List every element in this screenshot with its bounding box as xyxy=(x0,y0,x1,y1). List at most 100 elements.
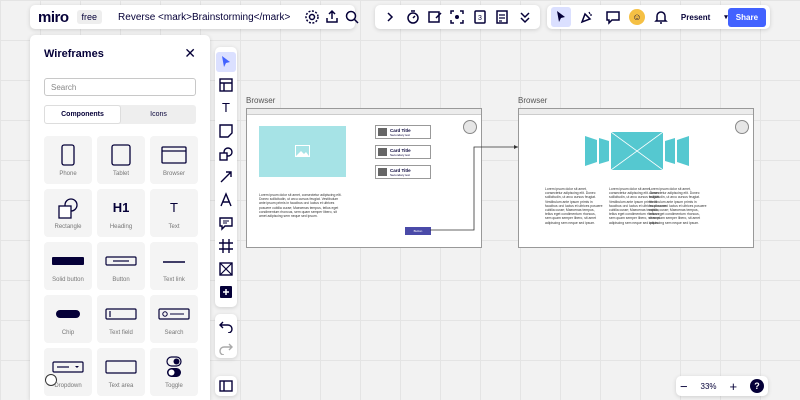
edit-note-icon[interactable] xyxy=(425,7,445,27)
cursor-select-icon[interactable] xyxy=(551,7,571,27)
component-heading[interactable]: H1 Heading xyxy=(97,189,145,237)
frame-label[interactable]: Browser xyxy=(246,96,275,105)
sidebar-toggle-icon[interactable] xyxy=(216,376,236,396)
component-toggle[interactable]: Toggle xyxy=(150,348,198,396)
comment-icon[interactable] xyxy=(603,7,623,27)
card: Card Title Secondary text xyxy=(375,145,431,159)
component-text[interactable]: T Text xyxy=(150,189,198,237)
comment-tool-icon[interactable] xyxy=(216,213,236,233)
more-tools-icon[interactable] xyxy=(216,282,236,302)
chat-icon[interactable] xyxy=(45,374,57,386)
frame-icon[interactable] xyxy=(216,236,236,256)
settings-icon[interactable] xyxy=(304,7,320,27)
svg-text:3: 3 xyxy=(478,15,482,22)
miro-logo[interactable]: miro xyxy=(38,9,69,26)
component-text-area[interactable]: Text area xyxy=(97,348,145,396)
card-title: Card Title xyxy=(390,167,411,173)
browser-frame-2[interactable]: Lorem ipsum dolor sit amet, consectetur … xyxy=(518,108,754,248)
phone-icon xyxy=(61,143,75,166)
browser-bar xyxy=(247,109,481,115)
rectangle-icon xyxy=(57,197,79,219)
more-down-icon[interactable] xyxy=(515,7,535,27)
card-subtitle: Secondary text xyxy=(390,132,411,137)
component-tablet[interactable]: Tablet xyxy=(97,136,145,184)
profile-avatar xyxy=(463,120,477,134)
panel-tabs: Components Icons xyxy=(44,105,196,124)
panel-header: Wireframes ✕ xyxy=(44,45,196,62)
connector-line xyxy=(430,145,518,231)
board-title[interactable]: Reverse <mark>Brainstorming</mark> xyxy=(118,12,290,23)
select-tool-icon[interactable] xyxy=(216,51,236,72)
timer-icon[interactable] xyxy=(403,7,423,27)
component-chip[interactable]: Chip xyxy=(44,295,92,343)
present-label: Present xyxy=(680,12,711,22)
text-area-icon xyxy=(105,356,137,378)
wireframe-tool-icon[interactable] xyxy=(216,259,236,279)
component-search[interactable]: Search xyxy=(150,295,198,343)
carousel-image-placeholder xyxy=(585,132,689,170)
component-browser[interactable]: Browser xyxy=(150,136,198,184)
bell-icon[interactable] xyxy=(651,7,671,27)
component-rectangle[interactable]: Rectangle xyxy=(44,189,92,237)
zoom-out-button[interactable]: − xyxy=(680,379,688,394)
card-subtitle: Secondary text xyxy=(390,172,411,177)
templates-icon[interactable] xyxy=(216,75,236,95)
component-label: Solid button xyxy=(52,276,84,283)
wireframes-panel: Wireframes ✕ Search Components Icons Pho… xyxy=(30,35,210,400)
top-collab-bar: 3 xyxy=(375,5,540,29)
component-text-field[interactable]: Text field xyxy=(97,295,145,343)
component-label: Browser xyxy=(162,170,185,177)
redo-icon[interactable] xyxy=(216,337,236,357)
card-subtitle: Secondary text xyxy=(390,152,411,157)
chip-icon xyxy=(55,303,81,325)
search-field-icon xyxy=(158,303,190,325)
share-button[interactable]: Share xyxy=(727,7,767,27)
help-button[interactable]: ? xyxy=(749,379,764,393)
pen-icon[interactable] xyxy=(216,190,236,210)
undo-icon[interactable] xyxy=(216,315,236,335)
plan-badge[interactable]: free xyxy=(76,10,103,24)
close-icon[interactable]: ✕ xyxy=(184,45,196,62)
text-tool-icon[interactable]: T xyxy=(216,98,236,118)
notes-icon[interactable] xyxy=(492,7,512,27)
text-glyph: T xyxy=(170,200,178,215)
card-title: Card Title xyxy=(390,147,411,153)
focus-icon[interactable] xyxy=(447,7,467,27)
tab-components[interactable]: Components xyxy=(44,105,121,124)
user-avatar[interactable]: ☺ xyxy=(628,9,645,25)
zoom-in-button[interactable]: + xyxy=(729,379,737,394)
image-placeholder xyxy=(259,126,346,177)
export-icon[interactable] xyxy=(324,7,340,27)
frame-label[interactable]: Browser xyxy=(518,96,547,105)
component-label: Phone xyxy=(59,170,77,177)
component-solid-button[interactable]: Solid button xyxy=(44,242,92,290)
creation-toolbar: T xyxy=(215,47,237,307)
component-dropdown[interactable]: Dropdown xyxy=(44,348,92,396)
component-label: Text area xyxy=(108,382,134,389)
arrow-line-icon[interactable] xyxy=(216,167,236,187)
zoom-level[interactable]: 33% xyxy=(701,382,717,391)
browser-bar xyxy=(519,109,753,115)
search-icon[interactable] xyxy=(344,7,360,27)
component-phone[interactable]: Phone xyxy=(44,136,92,184)
sticky-note-icon[interactable] xyxy=(216,121,236,141)
component-label: Button xyxy=(112,276,130,283)
component-label: Heading xyxy=(109,223,133,230)
tab-icons[interactable]: Icons xyxy=(121,105,196,124)
component-label: Text field xyxy=(109,329,133,336)
search-input[interactable]: Search xyxy=(44,78,196,96)
shapes-icon[interactable] xyxy=(216,144,236,164)
component-text-link[interactable]: Text link xyxy=(150,242,198,290)
component-button[interactable]: Button xyxy=(97,242,145,290)
panel-title: Wireframes xyxy=(44,47,104,60)
celebrate-icon[interactable] xyxy=(577,7,597,27)
chevron-right-icon[interactable] xyxy=(380,7,400,27)
card-title: Card Title xyxy=(390,127,411,133)
text-field-icon xyxy=(105,303,137,325)
text-link-icon xyxy=(162,250,186,272)
component-label: Tablet xyxy=(112,170,129,177)
vote-icon[interactable]: 3 xyxy=(470,7,490,27)
card-icon xyxy=(378,128,387,136)
present-button[interactable]: Present ▾ xyxy=(681,13,728,22)
body-text: Lorem ipsum dolor sit amet, consectetur … xyxy=(259,193,342,219)
